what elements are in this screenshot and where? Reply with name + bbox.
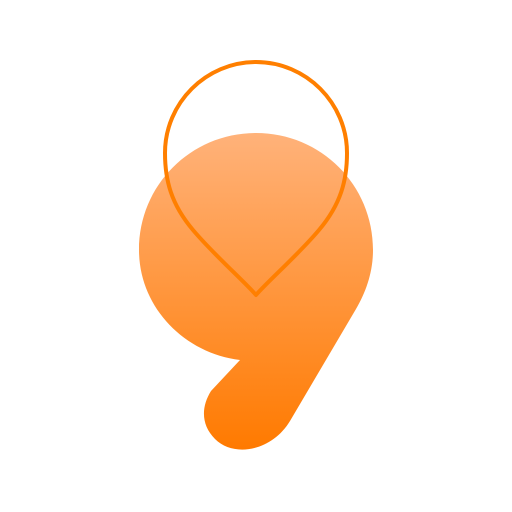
app-logo-canvas — [0, 0, 512, 512]
nine-shape-icon — [139, 133, 373, 450]
app-logo — [139, 60, 373, 450]
